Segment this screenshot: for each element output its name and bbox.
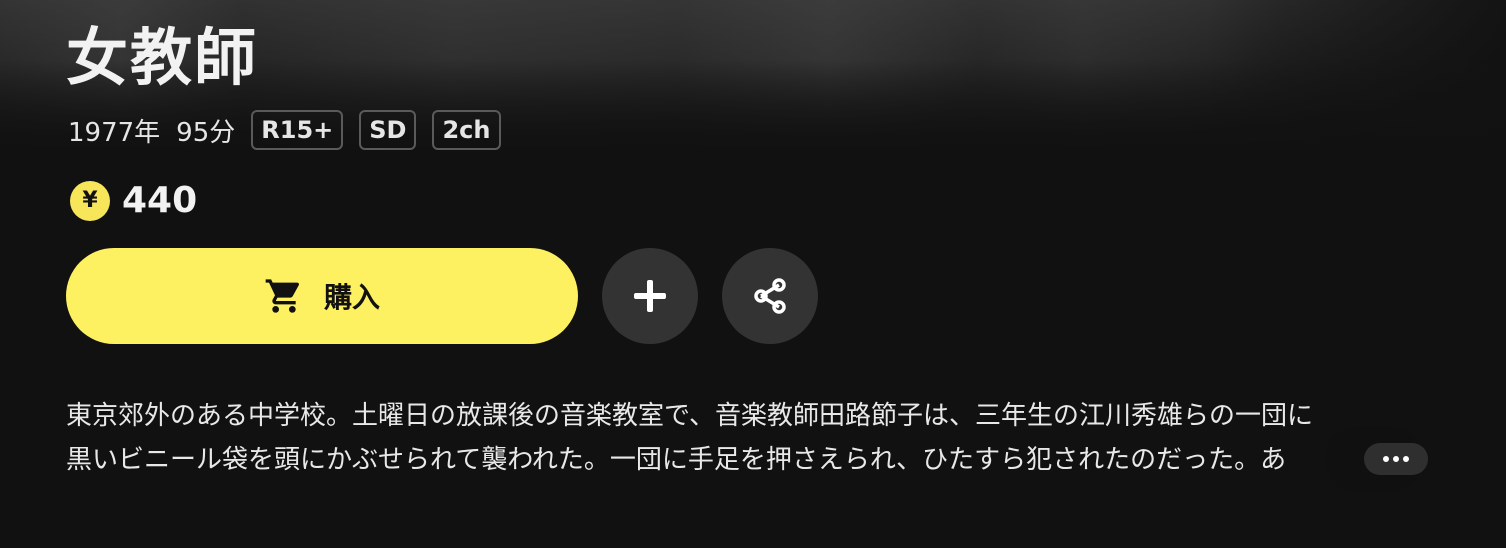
synopsis: 東京郊外のある中学校。土曜日の放課後の音楽教室で、音楽教師田路節子は、三年生の江… [66,394,1436,482]
rating-badge: R15+ [251,110,344,150]
duration: 95分 [176,117,236,148]
show-more-button[interactable] [1364,443,1428,475]
add-to-list-button[interactable] [602,248,698,344]
quality-badge: SD [359,110,417,150]
cart-icon [265,279,299,313]
yen-coin-icon: ¥ [70,180,110,221]
page-title: 女教師 [66,21,259,94]
price-value: 440 [122,180,198,221]
buy-button-label: 購入 [323,281,380,314]
content-detail-page: 女教師 1977年 95分 R15+ SD 2ch ¥ 440 購入 東京郊外の… [0,0,1506,548]
ellipsis-icon [1383,456,1409,462]
buy-button[interactable]: 購入 [66,248,578,344]
price-row: ¥ 440 [70,180,197,221]
plus-icon [634,280,666,312]
audio-badge: 2ch [432,110,501,150]
share-button[interactable] [722,248,818,344]
synopsis-line: 黒いビニール袋を頭にかぶせられて襲われた。一団に手足を押さえられ、ひたすら犯され… [66,445,1287,475]
synopsis-line: 東京郊外のある中学校。土曜日の放課後の音楽教室で、音楽教師田路節子は、三年生の江… [66,401,1313,431]
meta-row: 1977年 95分 R15+ SD 2ch [68,108,517,152]
release-year: 1977年 [68,117,161,148]
share-icon [754,278,786,314]
